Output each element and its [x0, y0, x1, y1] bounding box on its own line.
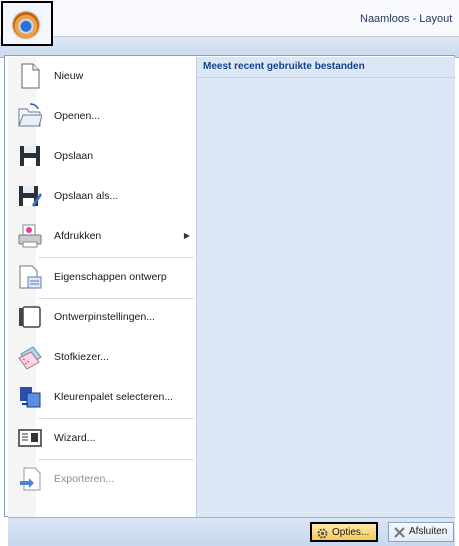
color-palette-icon [20, 387, 41, 408]
title-bar: Naamloos - Layout [0, 0, 459, 37]
menu-item-label: Exporteren... [54, 473, 115, 485]
fabric-selector-icon [18, 346, 42, 370]
menu-item-afdrukken[interactable]: Afdrukken ▶ [8, 217, 196, 257]
menu-item-label: Wizard... [54, 432, 96, 444]
new-document-icon [21, 63, 40, 89]
design-settings-icon [19, 306, 41, 328]
menu-footer: Opties... Afsluiten [8, 517, 455, 546]
export-icon [20, 467, 41, 491]
printer-icon [18, 224, 42, 248]
exit-button-label: Afsluiten [409, 526, 448, 537]
options-button-label: Opties... [332, 527, 370, 538]
menu-item-ontwerpinstellingen[interactable]: Ontwerpinstellingen... [8, 298, 196, 338]
options-button[interactable]: Opties... [310, 522, 378, 542]
menu-item-exporteren[interactable]: Exporteren... [8, 460, 196, 500]
menu-item-openen[interactable]: Openen... [8, 97, 196, 137]
menu-item-opslaan[interactable]: Opslaan [8, 137, 196, 177]
application-orb-icon [13, 12, 39, 38]
design-properties-icon [19, 265, 42, 289]
menu-item-wizard[interactable]: Wizard... [8, 419, 196, 459]
menu-item-label: Opslaan [54, 150, 94, 162]
menu-item-label: Eigenschappen ontwerp [54, 271, 167, 283]
menu-item-label: Openen... [54, 110, 101, 122]
save-disk-icon [20, 146, 40, 166]
save-as-icon [19, 186, 42, 207]
exit-button[interactable]: Afsluiten [388, 522, 454, 542]
menu-item-opslaan-als[interactable]: Opslaan als... [8, 177, 196, 217]
menu-item-nieuw[interactable]: Nieuw [8, 57, 196, 97]
application-menu-button[interactable] [1, 1, 53, 46]
menu-item-label: Kleurenpalet selecteren... [54, 391, 174, 403]
menu-item-kleurenpalet[interactable]: Kleurenpalet selecteren... [8, 378, 196, 418]
menu-item-label: Afdrukken [54, 230, 102, 242]
wizard-icon [18, 429, 42, 447]
menu-item-eigenschappen-ontwerp[interactable]: Eigenschappen ontwerp [8, 258, 196, 298]
recent-files-panel: Meest recent gebruikte bestanden [197, 57, 455, 517]
recent-files-header: Meest recent gebruikte bestanden [197, 57, 455, 78]
menu-item-stofkiezer[interactable]: Stofkiezer... [8, 338, 196, 378]
open-folder-icon [18, 103, 42, 127]
menu-item-label: Stofkiezer... [54, 351, 109, 363]
close-icon [394, 527, 405, 538]
submenu-arrow-icon: ▶ [183, 231, 190, 240]
gear-icon [317, 528, 328, 539]
menu-item-label: Ontwerpinstellingen... [54, 311, 155, 323]
window-title: Naamloos - Layout [360, 13, 453, 25]
menu-item-label: Opslaan als... [54, 190, 119, 202]
menu-item-label: Nieuw [54, 70, 84, 82]
